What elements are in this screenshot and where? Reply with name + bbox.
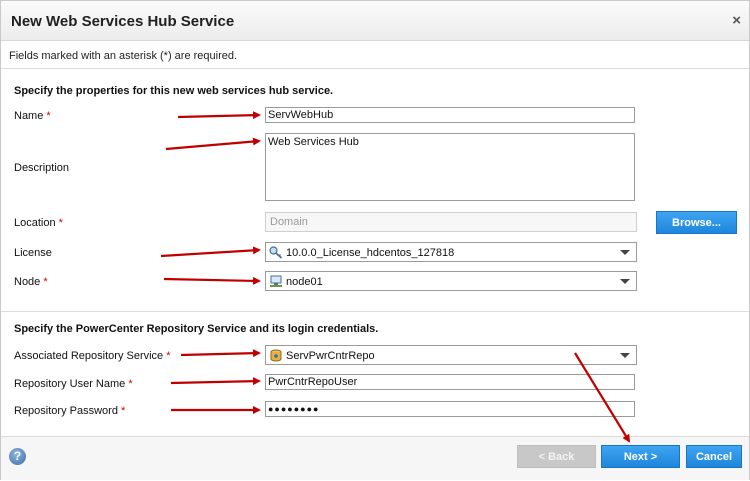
cancel-button[interactable]: Cancel — [686, 445, 742, 468]
annotation-arrow — [180, 349, 261, 358]
repository-password-label: Repository Password * — [14, 405, 126, 417]
name-field[interactable]: ServWebHub — [265, 107, 635, 123]
section-repository-heading: Specify the PowerCenter Repository Servi… — [14, 323, 379, 335]
description-field[interactable]: Web Services Hub — [265, 133, 635, 201]
repository-service-select-value: ServPwrCntrRepo — [286, 350, 375, 362]
dialog-footer: ? < Back Next > Cancel — [1, 436, 749, 480]
section-properties-heading: Specify the properties for this new web … — [14, 85, 334, 97]
divider — [1, 311, 749, 312]
node-label: Node * — [14, 276, 48, 288]
repository-user-name-field[interactable]: PwrCntrRepoUser — [265, 374, 635, 390]
associated-repository-service-label: Associated Repository Service * — [14, 350, 171, 362]
description-label: Description — [14, 162, 70, 174]
license-label: License — [14, 247, 52, 259]
node-select[interactable]: node01 — [265, 271, 637, 291]
back-button: < Back — [517, 445, 596, 468]
description-value: Web Services Hub — [268, 136, 359, 148]
dialog-title: New Web Services Hub Service — [11, 13, 235, 30]
license-select-value: 10.0.0_License_hdcentos_127818 — [286, 247, 455, 259]
chevron-down-icon[interactable] — [620, 353, 630, 358]
required-fields-note: Fields marked with an asterisk (*) are r… — [9, 50, 238, 62]
help-icon[interactable]: ? — [9, 448, 26, 465]
new-web-services-hub-dialog: New Web Services Hub Service × Fields ma… — [0, 0, 750, 480]
license-key-icon — [269, 246, 283, 259]
title-bar: New Web Services Hub Service × — [1, 1, 749, 41]
close-icon[interactable]: × — [732, 12, 741, 29]
location-field: Domain — [265, 212, 637, 232]
annotation-arrow — [160, 246, 261, 258]
node-select-value: node01 — [286, 276, 323, 288]
annotation-arrow — [163, 276, 261, 285]
repository-user-name-label: Repository User Name * — [14, 378, 133, 390]
repository-service-select[interactable]: ServPwrCntrRepo — [265, 345, 637, 365]
divider — [1, 68, 749, 69]
browse-button[interactable]: Browse... — [656, 211, 737, 234]
chevron-down-icon[interactable] — [620, 279, 630, 284]
repository-service-icon — [269, 349, 283, 362]
chevron-down-icon[interactable] — [620, 250, 630, 255]
node-computer-icon — [269, 275, 283, 288]
location-label: Location * — [14, 217, 63, 229]
name-label: Name * — [14, 110, 51, 122]
annotation-arrow — [170, 377, 261, 386]
annotation-arrow — [177, 111, 261, 120]
repository-password-field[interactable]: ●●●●●●●● — [265, 401, 635, 417]
license-select[interactable]: 10.0.0_License_hdcentos_127818 — [265, 242, 637, 262]
next-button[interactable]: Next > — [601, 445, 680, 468]
annotation-arrow — [574, 352, 631, 443]
annotation-arrow — [165, 137, 261, 151]
